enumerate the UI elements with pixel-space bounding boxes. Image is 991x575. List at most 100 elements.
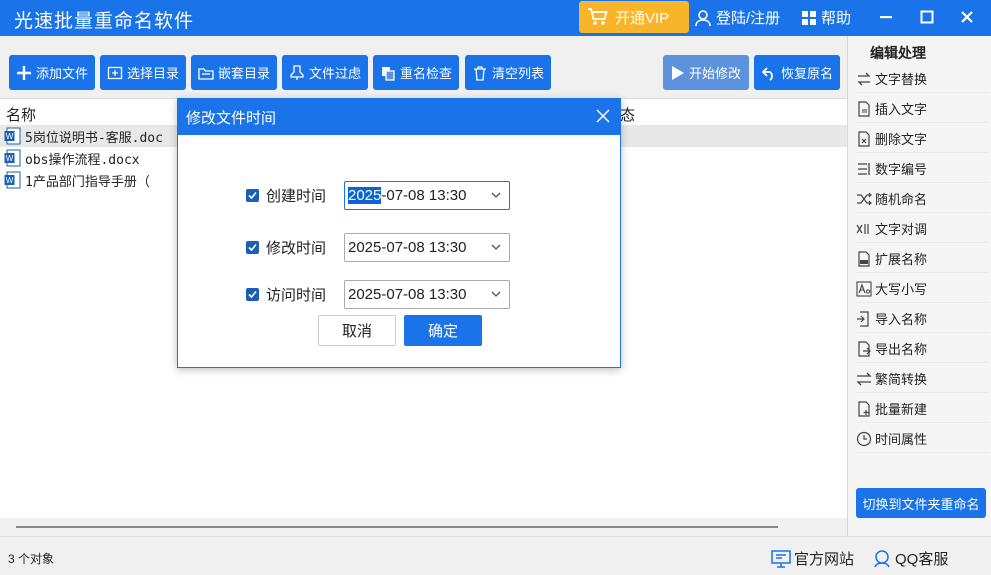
login-label: 登陆/注册 — [716, 10, 781, 27]
modify-time-picker[interactable]: 2025 -07-08 13:30 — [344, 232, 510, 262]
clear-list-label: 清空列表 — [491, 66, 544, 81]
create-time-picker[interactable]: 2025 -07-08 13:30 — [344, 180, 510, 210]
close-icon[interactable] — [594, 107, 612, 125]
modify-time-year[interactable]: 2025 — [348, 239, 381, 256]
col-name-header[interactable]: 名称 — [6, 104, 36, 125]
folder-plus-icon — [107, 66, 123, 79]
word-doc-icon: W — [4, 171, 21, 189]
convert-arrows-icon — [856, 372, 872, 385]
access-time-picker[interactable]: 2025 -07-08 13:30 — [344, 279, 510, 309]
add-file-button[interactable]: 添加文件 — [9, 55, 95, 90]
doc-delete-icon — [858, 130, 870, 147]
maximize-button[interactable] — [913, 4, 941, 30]
side-item-label: 导出名称 — [875, 342, 928, 357]
vip-button[interactable]: 开通VIP — [579, 1, 689, 33]
toolbar: 添加文件 选择目录 嵌套目录 文件过虑 重名检查 清空列表 开始修改 恢复原名 — [0, 36, 847, 98]
doc-insert-icon — [858, 100, 870, 117]
letter-case-icon — [856, 280, 872, 297]
copy-icon — [381, 66, 395, 81]
monitor-icon — [771, 549, 791, 568]
chevron-down-icon[interactable] — [491, 290, 501, 298]
select-dir-label: 选择目录 — [126, 66, 179, 81]
create-time-checkbox[interactable] — [246, 188, 259, 202]
check-icon — [248, 191, 257, 199]
file-ext-icon — [858, 250, 870, 267]
user-icon — [695, 9, 711, 26]
close-button[interactable] — [953, 4, 981, 30]
shuffle-icon — [857, 192, 872, 205]
side-item-extension[interactable]: 扩展名称 — [856, 245, 988, 273]
create-time-year[interactable]: 2025 — [348, 186, 382, 204]
maximize-icon — [920, 10, 934, 24]
rename-check-button[interactable]: 重名检查 — [373, 55, 459, 90]
login-button[interactable]: 登陆/注册 — [694, 7, 780, 28]
file-filter-button[interactable]: 文件过虑 — [282, 55, 368, 90]
minimize-icon — [880, 16, 892, 19]
undo-icon — [761, 66, 773, 81]
horizontal-scrollbar[interactable] — [0, 518, 847, 536]
nested-dir-button[interactable]: 嵌套目录 — [191, 55, 277, 90]
switch-folder-rename-button[interactable]: 切换到文件夹重命名 — [856, 488, 986, 518]
chevron-down-icon[interactable] — [491, 243, 501, 251]
ok-button[interactable]: 确定 — [404, 315, 482, 346]
side-item-export[interactable]: 导出名称 — [856, 335, 988, 363]
side-item-text-swap[interactable]: 文字对调 — [856, 215, 988, 243]
access-time-label: 访问时间 — [266, 286, 327, 304]
filter-icon — [290, 64, 304, 80]
help-button[interactable]: 帮助 — [801, 7, 851, 28]
grid-icon — [802, 10, 816, 25]
side-item-time-attr[interactable]: 时间属性 — [856, 425, 988, 453]
check-icon — [248, 243, 257, 251]
side-item-label: 批量新建 — [875, 402, 928, 417]
side-item-text-replace[interactable]: 文字替换 — [856, 65, 988, 93]
col-status-header[interactable]: 态 — [620, 104, 635, 125]
svg-text:W: W — [6, 176, 14, 185]
side-item-label: 扩展名称 — [875, 252, 928, 267]
cancel-button[interactable]: 取消 — [318, 315, 396, 346]
create-time-rest: -07-08 13:30 — [381, 186, 467, 204]
access-time-year[interactable]: 2025 — [348, 286, 381, 303]
access-time-rest: -07-08 13:30 — [381, 285, 467, 303]
side-item-import[interactable]: 导入名称 — [856, 305, 988, 333]
clear-list-button[interactable]: 清空列表 — [465, 55, 551, 90]
modify-time-rest: -07-08 13:30 — [381, 238, 467, 256]
svg-text:W: W — [6, 132, 14, 141]
qq-service-label: QQ客服 — [895, 551, 949, 568]
panel-title: 编辑处理 — [870, 45, 926, 61]
start-modify-button[interactable]: 开始修改 — [663, 55, 749, 90]
modify-time-checkbox[interactable] — [246, 240, 259, 254]
check-icon — [248, 290, 257, 298]
folder-icon — [198, 67, 214, 80]
side-item-number[interactable]: 数字编号 — [856, 155, 988, 183]
access-time-row: 访问时间 2025 -07-08 13:30 — [246, 279, 510, 309]
trash-icon — [473, 65, 486, 81]
side-item-label: 删除文字 — [875, 132, 928, 147]
scrollbar-thumb[interactable] — [16, 526, 778, 528]
restore-name-label: 恢复原名 — [780, 66, 833, 81]
side-item-random[interactable]: 随机命名 — [856, 185, 988, 213]
side-item-insert-text[interactable]: 插入文字 — [856, 95, 988, 123]
help-label: 帮助 — [821, 10, 852, 27]
status-bar: 3 个对象 官方网站 QQ客服 — [0, 536, 991, 575]
restore-name-button[interactable]: 恢复原名 — [754, 55, 840, 90]
qq-service-link[interactable]: QQ客服 — [872, 548, 948, 569]
select-dir-button[interactable]: 选择目录 — [100, 55, 186, 90]
new-file-icon — [858, 400, 870, 417]
vip-label: 开通VIP — [615, 9, 670, 27]
access-time-checkbox[interactable] — [246, 287, 259, 301]
side-item-case[interactable]: 大写小写 — [856, 275, 988, 303]
file-filter-label: 文件过虑 — [308, 66, 361, 81]
list-number-icon — [858, 162, 870, 175]
side-item-trad-simp[interactable]: 繁简转换 — [856, 365, 988, 393]
swap-cross-icon — [856, 223, 869, 234]
side-item-delete-text[interactable]: 删除文字 — [856, 125, 988, 153]
create-time-row: 创建时间 2025 -07-08 13:30 — [246, 180, 510, 210]
cart-icon — [588, 8, 608, 25]
chevron-down-icon[interactable] — [491, 191, 501, 199]
nested-dir-label: 嵌套目录 — [217, 66, 270, 81]
side-item-batch-new[interactable]: 批量新建 — [856, 395, 988, 423]
official-site-link[interactable]: 官方网站 — [771, 548, 854, 569]
minimize-button[interactable] — [872, 4, 900, 30]
side-item-label: 文字对调 — [875, 222, 928, 237]
svg-text:W: W — [6, 154, 14, 163]
